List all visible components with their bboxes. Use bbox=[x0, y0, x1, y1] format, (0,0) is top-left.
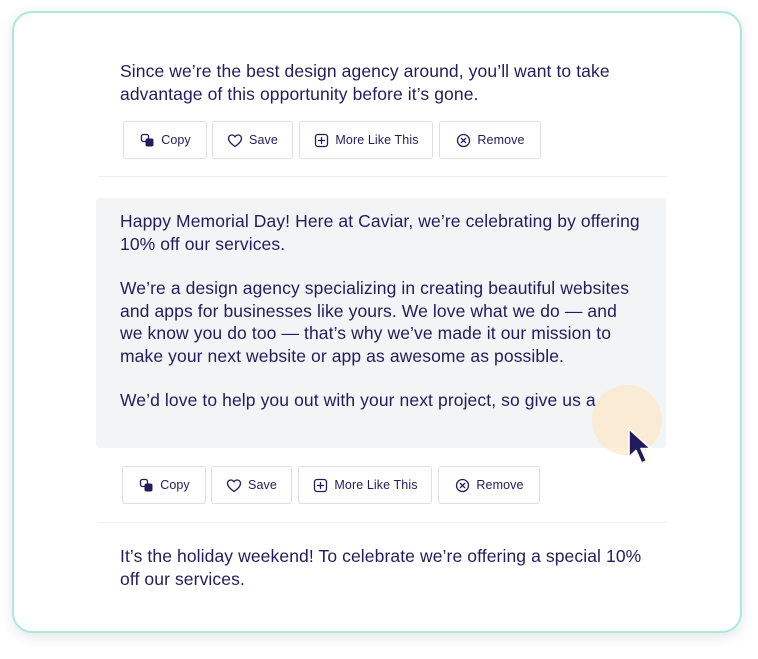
heart-icon bbox=[226, 477, 242, 493]
remove-button[interactable]: Remove bbox=[439, 121, 541, 159]
divider bbox=[99, 522, 667, 523]
result-text-1[interactable]: Since we’re the best design agency aroun… bbox=[120, 60, 650, 105]
save-label: Save bbox=[249, 133, 278, 147]
copy-icon bbox=[139, 132, 155, 148]
result-2-paragraph-3: We’d love to help you out with your next… bbox=[120, 390, 596, 410]
close-circle-icon bbox=[455, 132, 471, 148]
mouse-pointer-icon bbox=[628, 428, 652, 464]
save-button[interactable]: Save bbox=[211, 466, 292, 504]
save-button[interactable]: Save bbox=[212, 121, 293, 159]
heart-icon bbox=[227, 132, 243, 148]
divider bbox=[99, 176, 667, 177]
results-card: Since we’re the best design agency aroun… bbox=[12, 11, 742, 633]
result-2-paragraph-2: We’re a design agency specializing in cr… bbox=[120, 278, 630, 366]
more-like-this-button[interactable]: More Like This bbox=[298, 466, 432, 504]
more-like-this-button[interactable]: More Like This bbox=[299, 121, 433, 159]
result-text-2[interactable]: Happy Memorial Day! Here at Caviar, we’r… bbox=[96, 198, 666, 448]
more-like-this-label: More Like This bbox=[335, 133, 419, 147]
remove-label: Remove bbox=[476, 478, 524, 492]
save-label: Save bbox=[248, 478, 277, 492]
close-circle-icon bbox=[454, 477, 470, 493]
copy-label: Copy bbox=[160, 478, 190, 492]
plus-box-icon bbox=[313, 132, 329, 148]
remove-button[interactable]: Remove bbox=[438, 466, 540, 504]
result-text-3[interactable]: It’s the holiday weekend! To celebrate w… bbox=[120, 545, 650, 590]
copy-button[interactable]: Copy bbox=[123, 121, 207, 159]
copy-button[interactable]: Copy bbox=[122, 466, 206, 504]
copy-label: Copy bbox=[161, 133, 191, 147]
remove-label: Remove bbox=[477, 133, 525, 147]
copy-icon bbox=[138, 477, 154, 493]
result-2-paragraph-1: Happy Memorial Day! Here at Caviar, we’r… bbox=[120, 211, 640, 254]
plus-box-icon bbox=[312, 477, 328, 493]
more-like-this-label: More Like This bbox=[334, 478, 418, 492]
